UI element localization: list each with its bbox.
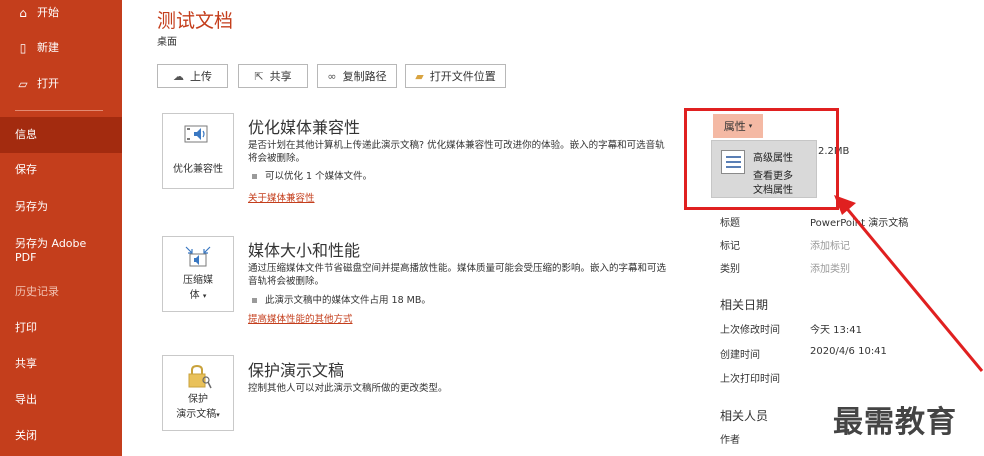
section-title: 优化媒体兼容性 [248, 118, 361, 137]
sidebar-item-home[interactable]: ⌂ 开始 [0, 6, 122, 20]
section-title: 保护演示文稿 [248, 361, 345, 380]
watermark-logo: 最需教育 [833, 405, 957, 440]
sidebar-item-label: 打印 [15, 321, 37, 334]
bullet-icon [252, 298, 257, 303]
open-location-button[interactable]: ▰ 打开文件位置 [405, 64, 506, 88]
card-label: 演示文稿▾ [163, 405, 233, 420]
sidebar-item-open[interactable]: ▱ 打开 [0, 77, 122, 91]
section-title: 媒体大小和性能 [248, 241, 361, 260]
sidebar-item-label: 共享 [15, 357, 37, 370]
sidebar-item-info[interactable]: 信息 [0, 117, 122, 153]
section-description: 是否计划在其他计算机上传递此演示文稿? 优化媒体兼容性可改进你的体验。嵌入的字幕… [248, 140, 665, 164]
property-key-tags: 标记 [720, 241, 740, 252]
cloud-upload-icon: ☁ [173, 69, 184, 83]
optimize-compatibility-button[interactable]: 优化兼容性 [162, 113, 234, 189]
sidebar-item-label: 导出 [15, 393, 37, 406]
backstage-sidebar: ⌂ 开始 ▯ 新建 ▱ 打开 信息 保存 另存为 另存为 Adobe PDF 历… [0, 0, 122, 456]
sidebar-item-export[interactable]: 导出 [0, 393, 122, 407]
sidebar-item-label: 信息 [15, 128, 37, 141]
media-speaker-icon [184, 124, 212, 146]
related-people-header: 相关人员 [720, 409, 769, 423]
card-label-2: 演示文稿 [176, 409, 217, 420]
open-folder-icon: ▱ [18, 77, 28, 91]
sidebar-item-save-as[interactable]: 另存为 [0, 200, 122, 214]
sidebar-item-share[interactable]: 共享 [0, 357, 122, 371]
card-label: 体 ▾ [163, 286, 233, 301]
page-title: 测试文档 [157, 10, 234, 32]
date-key-created: 创建时间 [720, 350, 760, 361]
home-icon: ⌂ [19, 6, 27, 20]
copy-path-label: 复制路径 [342, 70, 387, 83]
date-key-modified: 上次修改时间 [720, 325, 780, 336]
compress-media-icon [184, 245, 212, 267]
dropdown-arrow-icon: ▾ [202, 292, 207, 300]
share-icon: ⇱ [254, 69, 264, 83]
lock-key-icon [184, 364, 212, 389]
bullet-text: 此演示文稿中的媒体文件占用 18 MB。 [265, 295, 431, 306]
property-key-category: 类别 [720, 264, 740, 275]
property-key-title: 标题 [720, 218, 740, 229]
bullet-item: 可以优化 1 个媒体文件。 [252, 168, 372, 182]
sidebar-item-history[interactable]: 历史记录 [0, 285, 122, 299]
folder-icon: ▰ [415, 69, 424, 83]
upload-button[interactable]: ☁ 上传 [157, 64, 228, 88]
share-button[interactable]: ⇱ 共享 [238, 64, 308, 88]
bullet-icon [252, 174, 257, 179]
sidebar-item-new[interactable]: ▯ 新建 [0, 41, 122, 55]
card-label: 优化兼容性 [173, 164, 223, 175]
upload-label: 上传 [190, 70, 212, 83]
improve-media-performance-link[interactable]: 提高媒体性能的其他方式 [248, 311, 353, 325]
new-document-icon: ▯ [19, 41, 27, 55]
section-description: 通过压缩媒体文件节省磁盘空间并提高播放性能。媒体质量可能会受压缩的影响。嵌入的字… [248, 263, 667, 287]
annotation-arrow-icon [834, 195, 984, 372]
sidebar-divider [15, 110, 103, 111]
sidebar-item-label: 关闭 [15, 429, 37, 442]
section-description: 控制其他人可以对此演示文稿所做的更改类型。 [248, 383, 448, 394]
sidebar-item-label: 另存为 [15, 200, 48, 213]
about-media-compat-link[interactable]: 关于媒体兼容性 [248, 190, 315, 204]
bullet-item: 此演示文稿中的媒体文件占用 18 MB。 [252, 292, 431, 306]
author-key: 作者 [720, 435, 740, 446]
sidebar-item-save[interactable]: 保存 [0, 163, 122, 177]
card-label: 压缩媒 [183, 275, 213, 286]
bullet-text: 可以优化 1 个媒体文件。 [265, 171, 373, 182]
dropdown-arrow-icon: ▾ [216, 411, 220, 419]
file-location: 桌面 [157, 37, 177, 48]
sidebar-item-label: 另存为 Adobe PDF [15, 237, 87, 264]
link-icon: ∞ [327, 69, 337, 83]
share-label: 共享 [269, 70, 292, 83]
open-location-label: 打开文件位置 [429, 70, 496, 83]
date-key-printed: 上次打印时间 [720, 374, 780, 385]
related-dates-header: 相关日期 [720, 298, 769, 312]
card-label-2: 体 [189, 290, 200, 301]
protect-presentation-button[interactable]: 保护 演示文稿▾ [162, 355, 234, 431]
sidebar-item-label: 历史记录 [15, 285, 59, 298]
compress-media-button[interactable]: 压缩媒 体 ▾ [162, 236, 234, 312]
sidebar-item-print[interactable]: 打印 [0, 321, 122, 335]
sidebar-item-close[interactable]: 关闭 [0, 429, 122, 443]
highlight-box [684, 108, 839, 210]
sidebar-item-label: 新建 [37, 41, 59, 54]
copy-path-button[interactable]: ∞ 复制路径 [317, 64, 397, 88]
sidebar-item-label: 开始 [37, 6, 59, 19]
sidebar-item-label: 保存 [15, 163, 37, 176]
sidebar-item-save-as-pdf[interactable]: 另存为 Adobe PDF [0, 237, 108, 265]
sidebar-item-label: 打开 [37, 77, 59, 90]
card-label: 保护 [188, 394, 208, 405]
